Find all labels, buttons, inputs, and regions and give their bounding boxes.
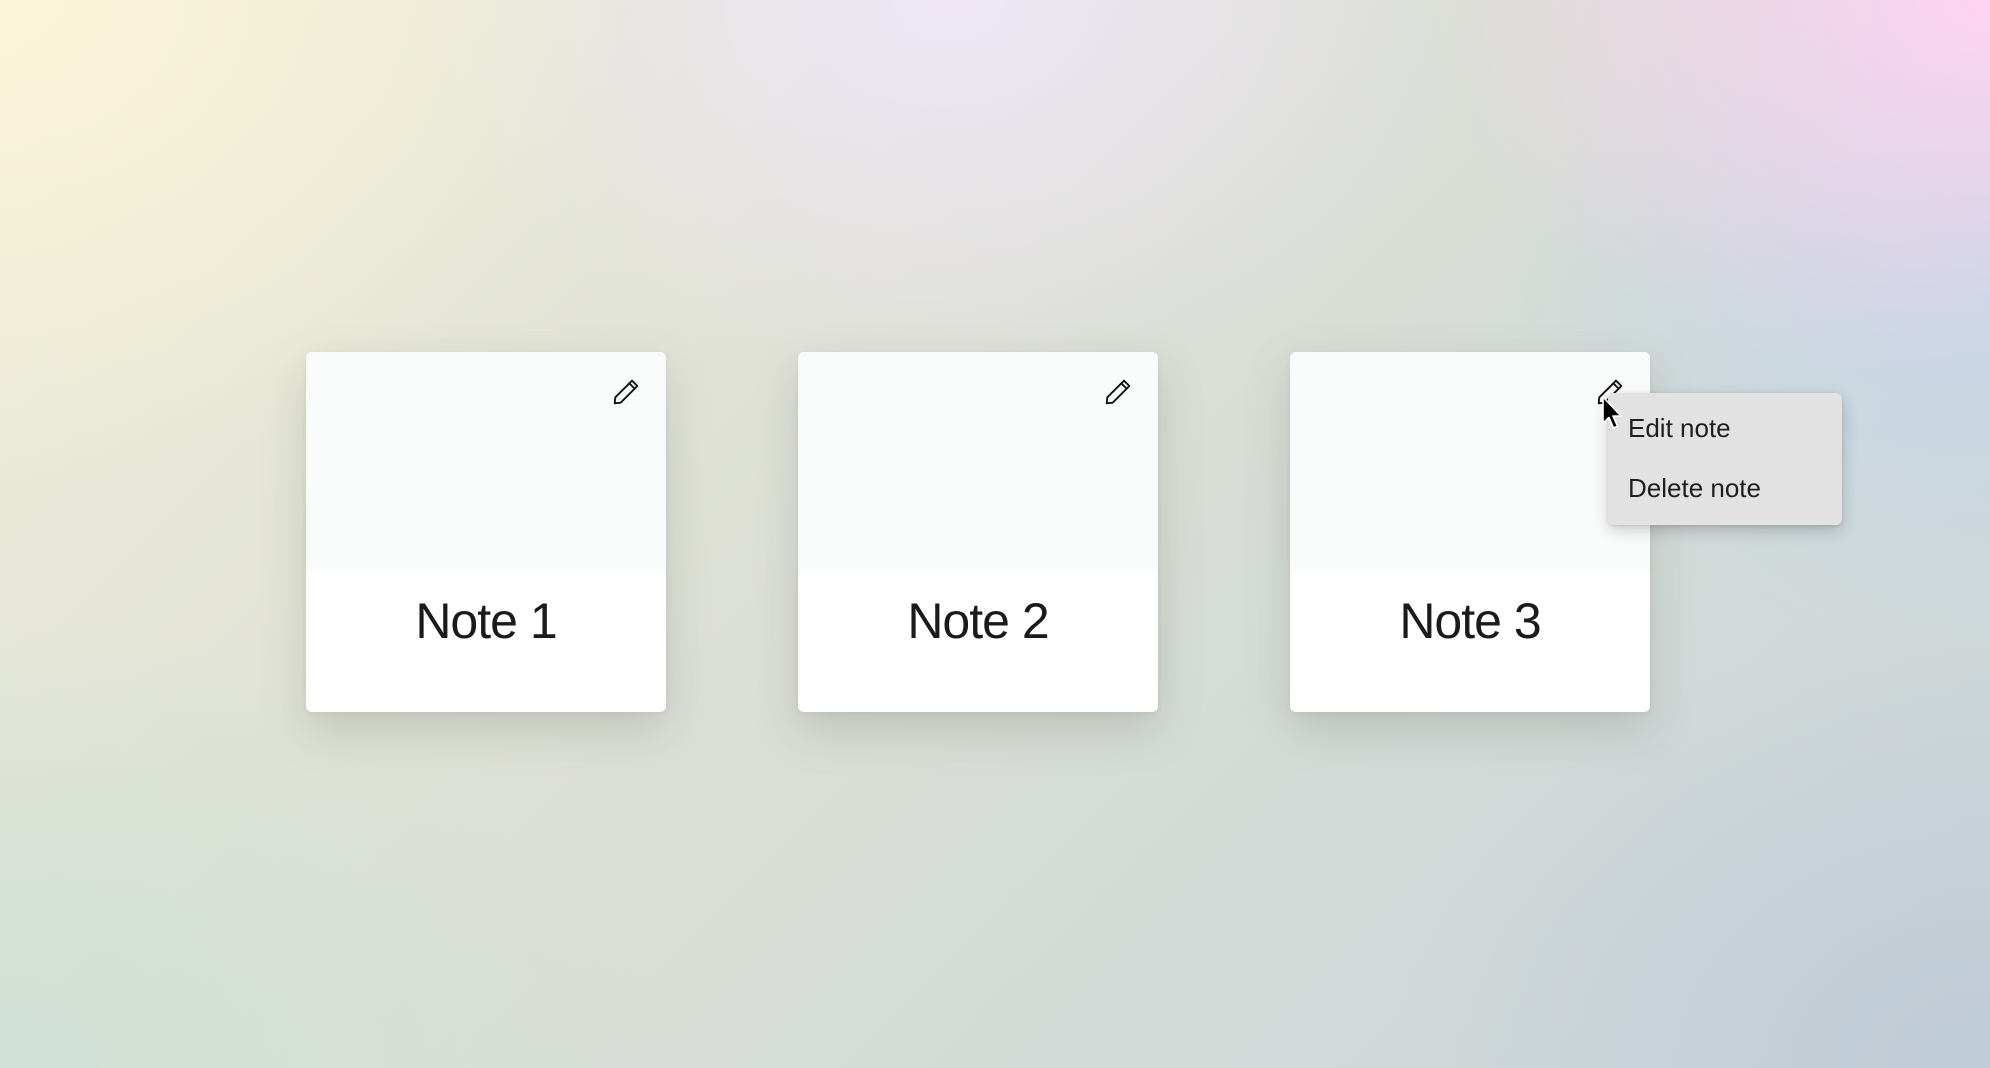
menu-item-delete-note[interactable]: Delete note — [1608, 465, 1842, 525]
note-context-menu: Edit note Delete note — [1608, 393, 1842, 525]
edit-note-button[interactable] — [1100, 374, 1136, 410]
pencil-icon — [613, 379, 639, 405]
menu-item-edit-note[interactable]: Edit note — [1608, 405, 1842, 465]
edit-note-button[interactable] — [608, 374, 644, 410]
note-card-2[interactable]: Note 2 — [798, 352, 1158, 712]
pencil-icon — [1105, 379, 1131, 405]
note-title: Note 2 — [907, 593, 1049, 649]
note-title: Note 1 — [415, 593, 557, 649]
note-card-3[interactable]: Note 3 — [1290, 352, 1650, 712]
note-card-1[interactable]: Note 1 — [306, 352, 666, 712]
note-title: Note 3 — [1399, 593, 1541, 649]
